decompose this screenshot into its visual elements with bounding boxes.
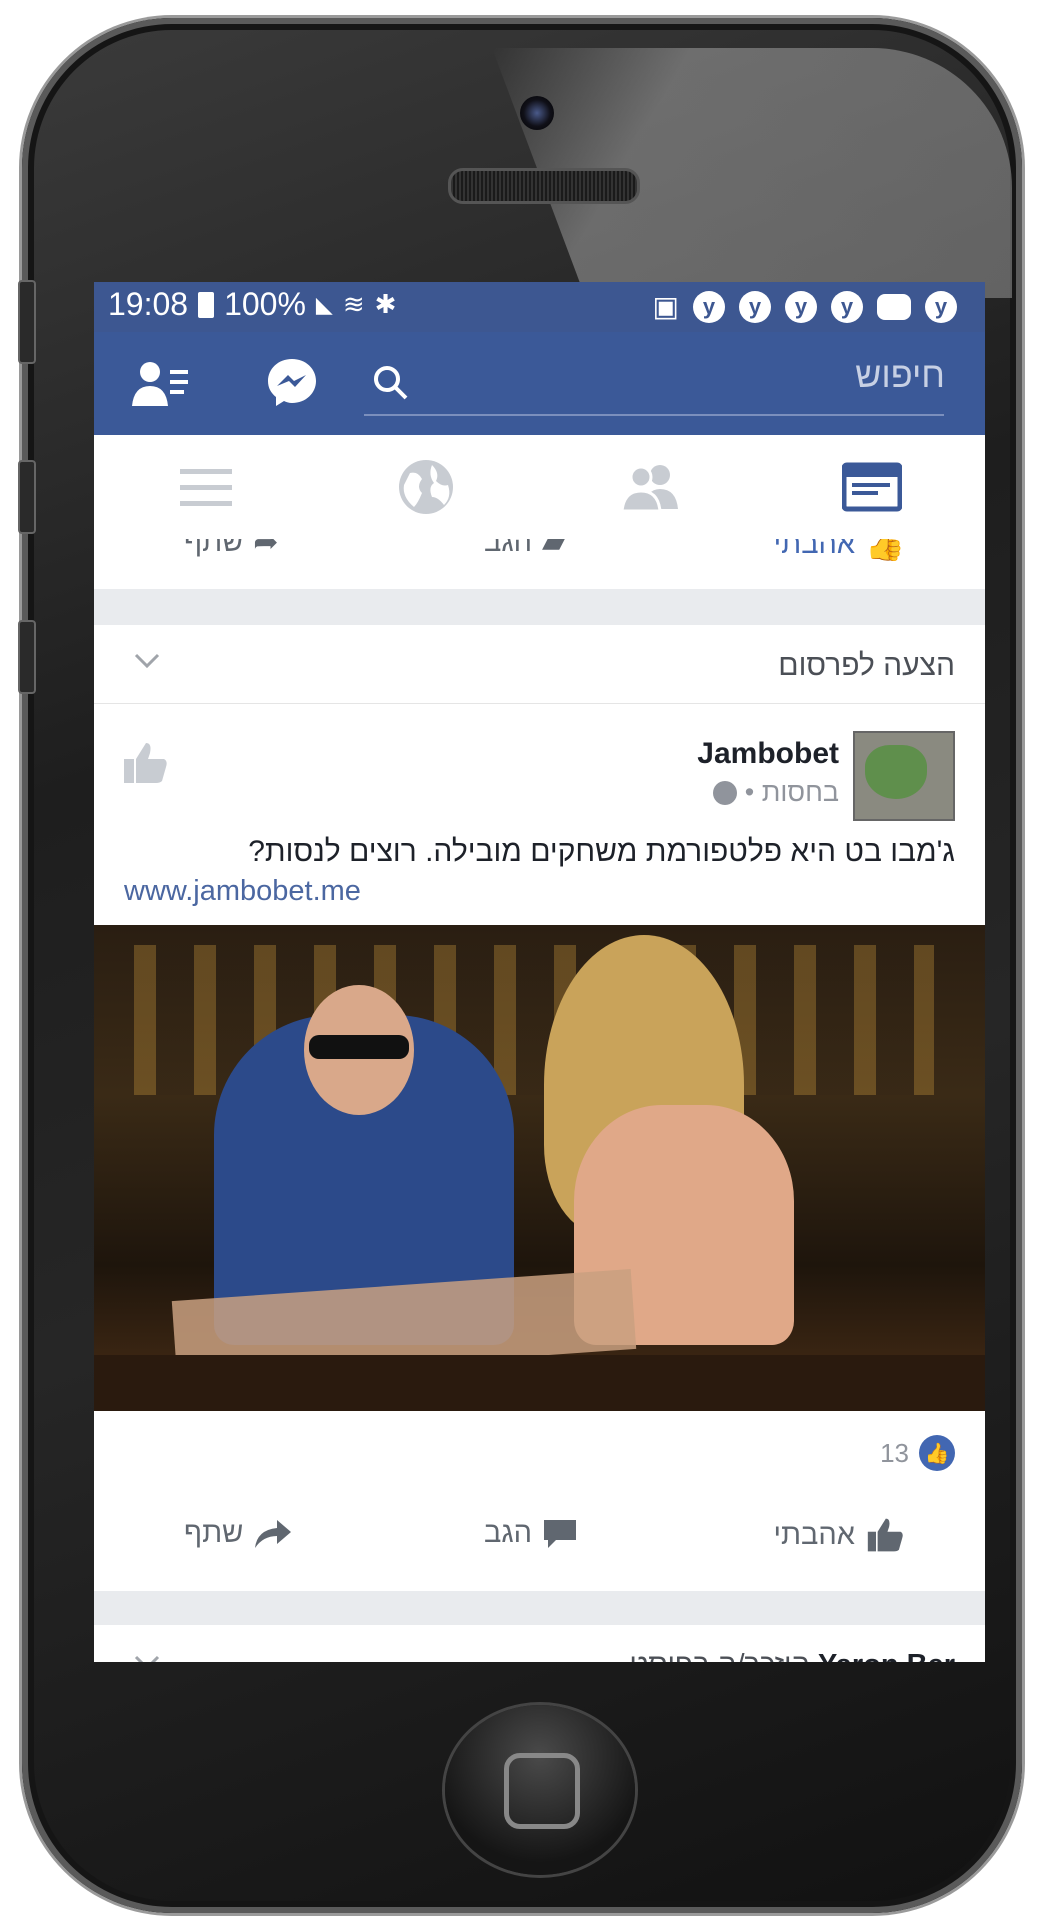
share-label: שתף [184, 539, 244, 558]
comment-icon: ▰ [542, 539, 566, 559]
thumbs-up-icon: 👍 [865, 539, 905, 562]
volume-up-button [18, 460, 36, 534]
earpiece-speaker [448, 168, 640, 204]
divider [94, 703, 985, 704]
notification-badge-icon: y [831, 290, 863, 323]
share-button[interactable]: שתף [184, 1517, 293, 1550]
comment-label: הגב [484, 1517, 532, 1549]
like-button[interactable]: אהבתי [773, 1517, 905, 1553]
like-label: אהבתי [773, 539, 856, 560]
page-name[interactable]: Jambobet [697, 737, 839, 771]
status-bar: 19:08 100% ◣ ≋ ✱ ▣ y y y y y [94, 282, 985, 332]
sponsored-label: בחסות • [744, 777, 839, 807]
reaction-summary[interactable]: 13 👍 [880, 1435, 955, 1471]
comment-button[interactable]: ▰ הגב [484, 539, 565, 560]
chevron-down-icon[interactable] [134, 653, 160, 669]
comment-label: הגב [484, 539, 532, 558]
comment-button[interactable]: הגב [484, 1517, 578, 1550]
notification-badge-icon: y [925, 290, 957, 323]
volume-down-button [18, 620, 36, 694]
share-icon: ➦ [253, 539, 279, 559]
globe-small-icon [712, 780, 737, 805]
battery-icon [198, 291, 215, 318]
screen: 19:08 100% ◣ ≋ ✱ ▣ y y y y y חיפוש 👍 אהב… [94, 282, 985, 1662]
friend-requests-icon[interactable] [130, 360, 190, 410]
ad-image[interactable] [94, 925, 985, 1411]
messenger-icon[interactable] [266, 356, 318, 408]
chevron-down-icon[interactable] [134, 1655, 160, 1662]
sponsored-header-label: הצעה לפרסום [778, 649, 955, 682]
home-square-icon [504, 1753, 580, 1829]
bluetooth-icon: ✱ [374, 289, 397, 319]
previous-post-actions: 👍 אהבתי ▰ הגב ➦ שתף [94, 539, 985, 589]
sponsored-post: הצעה לפרסום Jambobet בחסות • ג'מבו בט הי… [94, 625, 985, 1591]
avatar[interactable] [853, 731, 955, 821]
globe-icon[interactable] [396, 457, 456, 517]
top-navbar: חיפוש [94, 332, 985, 435]
comment-icon [544, 1519, 576, 1548]
share-button[interactable]: ➦ שתף [184, 539, 278, 560]
home-button[interactable] [445, 1705, 635, 1875]
battery-percent: 100% [224, 286, 306, 322]
post-link[interactable]: www.jambobet.me [124, 875, 361, 908]
news-feed-icon[interactable] [842, 457, 902, 517]
bar-counter [94, 1355, 985, 1411]
signal-icon: ◣ [315, 291, 333, 317]
next-post-author[interactable]: Yaron Ber [818, 1649, 955, 1662]
share-icon [255, 1519, 292, 1548]
page-like-icon[interactable] [122, 741, 168, 785]
friends-icon[interactable] [620, 457, 680, 517]
notification-badge-icon: y [739, 290, 771, 323]
share-label: שתף [184, 1517, 244, 1549]
notification-badge-icon: y [785, 290, 817, 323]
tab-bar [94, 435, 985, 540]
next-post-text: הוזכר/ה בפוסט [630, 1649, 810, 1662]
search-underline [364, 414, 944, 416]
sunglasses [309, 1035, 409, 1059]
clipboard-icon: ▣ [652, 291, 679, 322]
like-count: 13 [880, 1437, 909, 1468]
wifi-icon: ≋ [342, 289, 365, 319]
status-time: 19:08 [108, 286, 189, 322]
search-input[interactable]: חיפוש [855, 354, 945, 396]
menu-icon[interactable] [176, 457, 236, 517]
post-text: ג'מבו בט היא פלטפורמת משחקים מובילה. רוצ… [248, 835, 955, 868]
mute-switch [18, 280, 36, 364]
front-camera [520, 96, 554, 130]
frog-logo [865, 745, 927, 799]
thumbs-up-icon [867, 1518, 903, 1552]
search-icon[interactable] [372, 364, 410, 402]
like-button[interactable]: 👍 אהבתי [774, 539, 905, 563]
app-badge-icon [877, 293, 911, 320]
notification-badge-icon: y [693, 290, 725, 323]
post-meta: בחסות • [712, 777, 839, 808]
like-label: אהבתי [773, 1518, 855, 1551]
next-post: Yaron Ber הוזכר/ה בפוסט [94, 1625, 985, 1662]
next-post-header: Yaron Ber הוזכר/ה בפוסט [630, 1649, 956, 1662]
like-badge-icon: 👍 [919, 1435, 955, 1471]
